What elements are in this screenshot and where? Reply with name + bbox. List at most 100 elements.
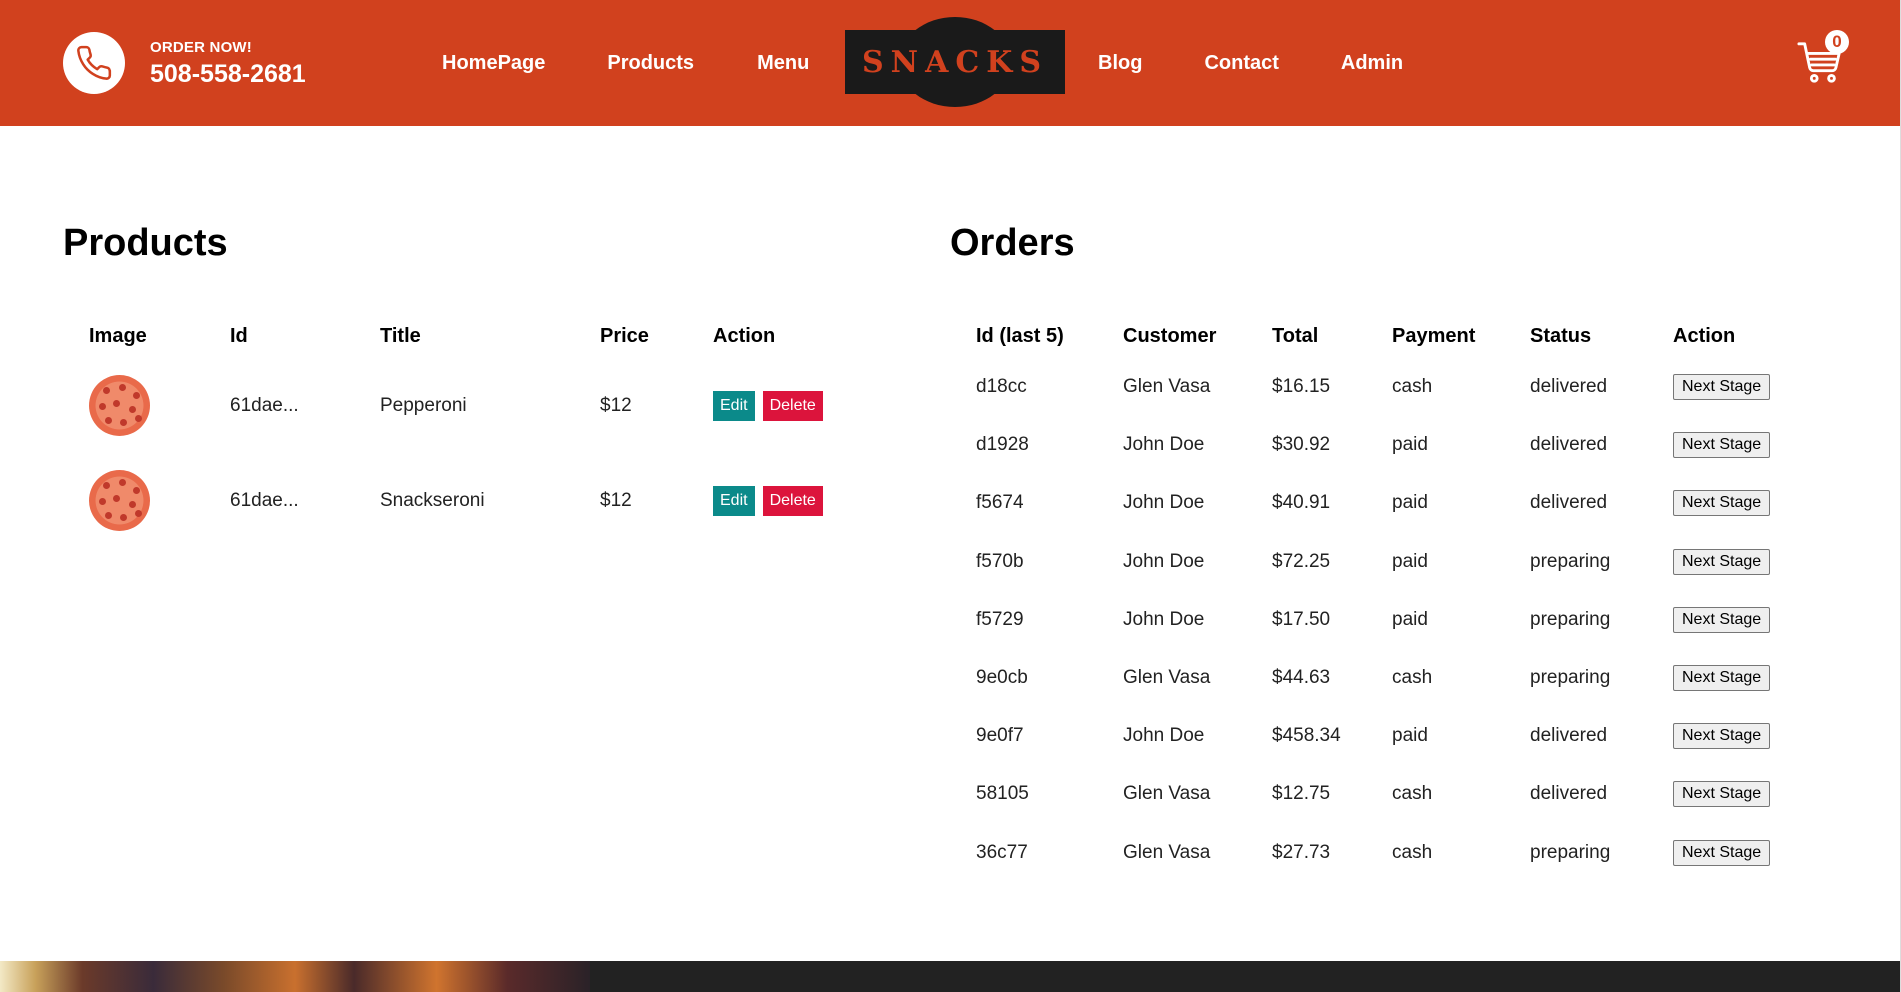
order-total: $44.63 — [1272, 667, 1331, 689]
order-payment: paid — [1392, 725, 1428, 747]
products-title: Products — [63, 222, 228, 264]
order-payment: cash — [1392, 841, 1433, 863]
order-total: $40.91 — [1272, 492, 1331, 514]
order-row: f5674 John Doe $40.91 paid delivered Nex… — [950, 474, 1797, 532]
header-status: Status — [1530, 324, 1592, 347]
order-status: delivered — [1530, 725, 1608, 747]
order-payment: paid — [1392, 492, 1428, 514]
order-action-cell: Next Stage — [1647, 416, 1797, 474]
order-action-cell: Next Stage — [1647, 358, 1797, 416]
order-status: preparing — [1530, 608, 1611, 630]
order-id: 36c77 — [976, 841, 1028, 863]
next-stage-button[interactable]: Next Stage — [1673, 606, 1771, 633]
order-action-cell: Next Stage — [1647, 474, 1797, 532]
order-row: 36c77 Glen Vasa $27.73 cash preparing Ne… — [950, 824, 1797, 882]
nav-link-contact[interactable]: Contact — [1204, 52, 1278, 75]
next-stage-button[interactable]: Next Stage — [1673, 781, 1771, 808]
order-id: f5729 — [976, 608, 1024, 630]
order-status: preparing — [1530, 841, 1611, 863]
next-stage-button[interactable]: Next Stage — [1673, 374, 1771, 401]
order-payment: cash — [1392, 667, 1433, 689]
order-action-cell: Next Stage — [1647, 765, 1797, 823]
order-customer: Glen Vasa — [1123, 376, 1211, 398]
product-price: $12 — [600, 394, 632, 416]
delete-button[interactable]: Delete — [762, 390, 823, 421]
order-status: delivered — [1530, 492, 1608, 514]
order-now-label: ORDER NOW! — [150, 39, 252, 56]
header-title: Title — [380, 324, 421, 347]
order-action-cell: Next Stage — [1647, 533, 1797, 591]
order-id: 58105 — [976, 783, 1029, 805]
order-row: d18cc Glen Vasa $16.15 cash delivered Ne… — [950, 358, 1797, 416]
order-status: delivered — [1530, 434, 1608, 456]
nav-link-products[interactable]: Products — [607, 52, 694, 75]
order-row: f570b John Doe $72.25 paid preparing Nex… — [950, 533, 1797, 591]
cart-count-badge: 0 — [1825, 30, 1849, 54]
order-payment: paid — [1392, 608, 1428, 630]
header-total: Total — [1272, 324, 1319, 347]
next-stage-button[interactable]: Next Stage — [1673, 490, 1771, 517]
order-row: d1928 John Doe $30.92 paid delivered Nex… — [950, 416, 1797, 474]
product-id: 61dae... — [230, 394, 299, 416]
header-customer: Customer — [1123, 324, 1217, 347]
edit-button[interactable]: Edit — [713, 485, 755, 516]
nav-link-menu[interactable]: Menu — [757, 52, 809, 75]
order-total: $17.50 — [1272, 608, 1331, 630]
navbar: ORDER NOW! 508-558-2681 HomePage Product… — [0, 0, 1900, 126]
next-stage-button[interactable]: Next Stage — [1673, 723, 1771, 750]
order-action-cell: Next Stage — [1647, 591, 1797, 649]
order-customer: Glen Vasa — [1123, 783, 1211, 805]
product-id: 61dae... — [230, 489, 299, 511]
logo-text: SNACKS — [862, 44, 1048, 80]
order-row: f5729 John Doe $17.50 paid preparing Nex… — [950, 591, 1797, 649]
order-payment: paid — [1392, 550, 1428, 572]
header-price: Price — [600, 324, 649, 347]
order-customer: John Doe — [1123, 608, 1205, 630]
order-total: $72.25 — [1272, 550, 1331, 572]
order-total: $16.15 — [1272, 376, 1331, 398]
order-payment: cash — [1392, 376, 1433, 398]
orders-table: Id (last 5) Customer Total Payment Statu… — [950, 314, 1797, 882]
nav-link-blog[interactable]: Blog — [1098, 52, 1142, 75]
order-customer: Glen Vasa — [1123, 667, 1211, 689]
order-action-cell: Next Stage — [1647, 649, 1797, 707]
order-total: $30.92 — [1272, 434, 1331, 456]
order-row: 9e0cb Glen Vasa $44.63 cash preparing Ne… — [950, 649, 1797, 707]
order-id: d18cc — [976, 376, 1027, 398]
products-table: Image Id Title Price Action 61dae... Pep… — [63, 314, 877, 548]
logo[interactable]: SNACKS — [845, 16, 1065, 108]
edit-button[interactable]: Edit — [713, 390, 755, 421]
next-stage-button[interactable]: Next Stage — [1673, 839, 1771, 866]
header-payment: Payment — [1392, 324, 1476, 347]
pizza-image — [89, 470, 150, 531]
order-row: 58105 Glen Vasa $12.75 cash delivered Ne… — [950, 765, 1797, 823]
delete-button[interactable]: Delete — [762, 485, 823, 516]
header-id: Id — [230, 324, 248, 347]
product-row: 61dae... Snackseroni $12 Edit Delete — [63, 453, 877, 548]
next-stage-button[interactable]: Next Stage — [1673, 665, 1771, 692]
phone-icon-circle[interactable] — [63, 32, 125, 94]
nav-link-admin[interactable]: Admin — [1341, 52, 1403, 75]
order-action-cell: Next Stage — [1647, 707, 1797, 765]
next-stage-button[interactable]: Next Stage — [1673, 432, 1771, 459]
product-title: Snackseroni — [380, 489, 485, 511]
products-header-row: Image Id Title Price Action — [63, 314, 877, 358]
phone-icon — [77, 45, 112, 80]
product-image-cell — [63, 453, 204, 548]
product-actions: Edit Delete — [687, 453, 877, 548]
order-customer: John Doe — [1123, 434, 1205, 456]
order-id: f570b — [976, 550, 1024, 572]
phone-number: 508-558-2681 — [150, 60, 306, 88]
nav-right: Blog Contact Admin — [1098, 0, 1403, 126]
order-status: preparing — [1530, 667, 1611, 689]
orders-header-row: Id (last 5) Customer Total Payment Statu… — [950, 314, 1797, 358]
cart-button[interactable]: 0 — [1797, 30, 1857, 90]
order-status: preparing — [1530, 550, 1611, 572]
order-total: $458.34 — [1272, 725, 1341, 747]
order-status: delivered — [1530, 783, 1608, 805]
nav-link-homepage[interactable]: HomePage — [442, 52, 545, 75]
order-id: 9e0f7 — [976, 725, 1024, 747]
footer — [0, 961, 1900, 992]
next-stage-button[interactable]: Next Stage — [1673, 548, 1771, 575]
order-total: $12.75 — [1272, 783, 1331, 805]
